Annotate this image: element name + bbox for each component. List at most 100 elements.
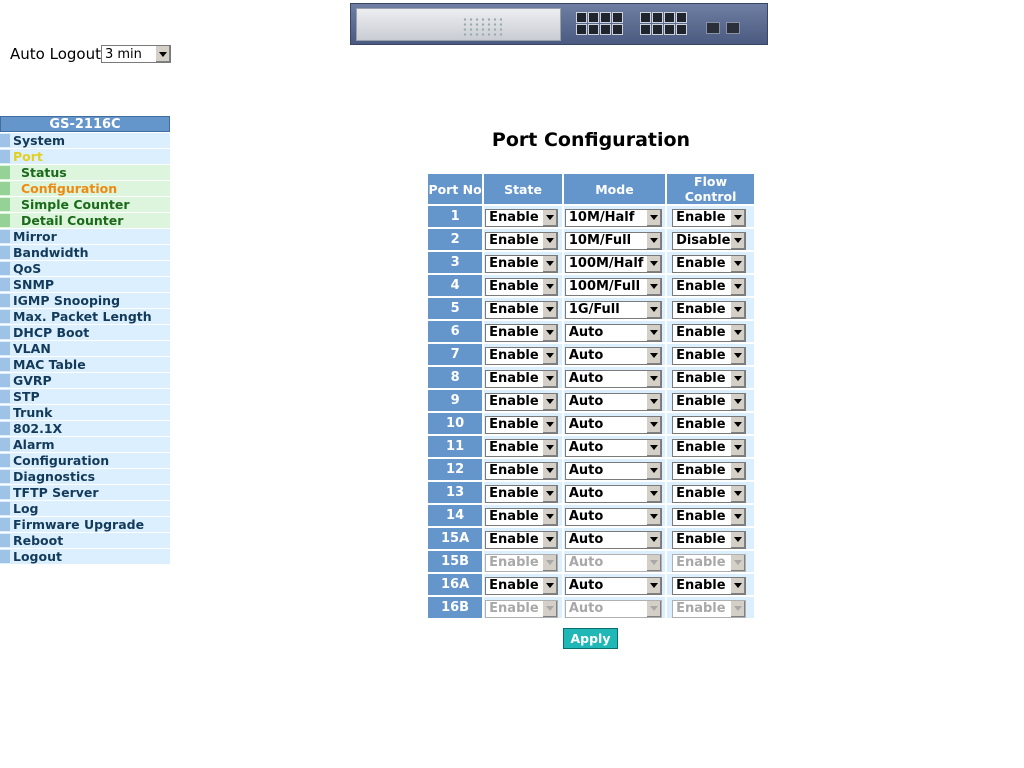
flow-control-select[interactable]: Enable [672,415,747,434]
mode-select[interactable]: Auto [564,484,662,503]
mode-select[interactable]: Auto [564,507,662,526]
mode-select[interactable]: 1G/Full [564,300,662,319]
port-number-cell: 1 [428,206,483,227]
sidebar-item-port[interactable]: Port [0,149,170,164]
state-select[interactable]: Enable [485,323,559,342]
sidebar-item-configuration[interactable]: Configuration [0,453,170,468]
sidebar-item-qos[interactable]: QoS [0,261,170,276]
sidebar-item-igmp-snooping[interactable]: IGMP Snooping [0,293,170,308]
state-select[interactable]: Enable [485,346,559,365]
mode-select[interactable]: 10M/Full [564,231,662,250]
sidebar-item-log[interactable]: Log [0,501,170,516]
sidebar-item-status[interactable]: Status [0,165,170,180]
sidebar-item-max-packet-length[interactable]: Max. Packet Length [0,309,170,324]
mode-select[interactable]: Auto [564,599,662,618]
flow-control-select[interactable]: Enable [672,300,747,319]
flow-control-select[interactable]: Enable [672,553,747,572]
flow-control-select[interactable]: Enable [672,254,747,273]
sidebar-item-tftp-server[interactable]: TFTP Server [0,485,170,500]
menu-bullet-icon [0,454,10,467]
menu-bullet-icon [0,278,10,291]
port-number-cell: 12 [428,459,483,480]
sidebar-item-gvrp[interactable]: GVRP [0,373,170,388]
state-select[interactable]: Enable [485,530,559,549]
flow-control-select[interactable]: Enable [672,369,747,388]
state-select-cell: Enable [484,229,562,250]
flow-control-select[interactable]: Enable [672,277,747,296]
sidebar-item-reboot[interactable]: Reboot [0,533,170,548]
sidebar-item-vlan[interactable]: VLAN [0,341,170,356]
state-select[interactable]: Enable [485,231,559,250]
sidebar-item-firmware-upgrade[interactable]: Firmware Upgrade [0,517,170,532]
sidebar-item-802-1x[interactable]: 802.1X [0,421,170,436]
sidebar-item-simple-counter[interactable]: Simple Counter [0,197,170,212]
flow-control-select[interactable]: Enable [672,507,747,526]
mode-select[interactable]: Auto [564,392,662,411]
mode-select[interactable]: Auto [564,415,662,434]
flow-control-select[interactable]: Enable [672,392,747,411]
flow-control-select[interactable]: Disable [672,231,747,250]
state-select[interactable]: Enable [485,369,559,388]
auto-logout-select[interactable]: 3 min [100,45,171,63]
menu-bullet-icon [0,166,10,179]
state-select[interactable]: Enable [485,415,559,434]
state-select-cell: Enable [484,574,562,595]
state-select[interactable]: Enable [485,254,559,273]
mode-select[interactable]: Auto [564,438,662,457]
mode-select[interactable]: 100M/Half [564,254,662,273]
sidebar-item-label: VLAN [13,341,51,356]
flow-control-select[interactable]: Enable [672,346,747,365]
mode-select[interactable]: Auto [564,553,662,572]
state-select[interactable]: Enable [485,576,559,595]
sidebar-item-trunk[interactable]: Trunk [0,405,170,420]
mode-select[interactable]: Auto [564,530,662,549]
state-select[interactable]: Enable [485,599,559,618]
menu-bullet-icon [0,342,10,355]
flow-control-select[interactable]: Enable [672,530,747,549]
state-select[interactable]: Enable [485,461,559,480]
flow-control-select[interactable]: Enable [672,599,747,618]
flow-control-select[interactable]: Enable [672,576,747,595]
state-select[interactable]: Enable [485,553,559,572]
mode-select[interactable]: Auto [564,323,662,342]
sidebar-item-mac-table[interactable]: MAC Table [0,357,170,372]
state-select[interactable]: Enable [485,300,559,319]
sidebar-item-bandwidth[interactable]: Bandwidth [0,245,170,260]
dropdown-arrow-icon [730,209,746,226]
mode-select[interactable]: Auto [564,346,662,365]
state-select-cell: Enable [484,482,562,503]
dropdown-arrow-icon [542,485,558,502]
sidebar-item-alarm[interactable]: Alarm [0,437,170,452]
mode-select[interactable]: 100M/Full [564,277,662,296]
sidebar-item-logout[interactable]: Logout [0,549,170,564]
flow-control-select[interactable]: Enable [672,484,747,503]
state-select-value: Enable [489,371,539,387]
sidebar-item-system[interactable]: System [0,133,170,148]
sidebar-item-stp[interactable]: STP [0,389,170,404]
state-select[interactable]: Enable [485,484,559,503]
sidebar-item-snmp[interactable]: SNMP [0,277,170,292]
dropdown-arrow-icon [645,347,661,364]
dropdown-arrow-icon [542,232,558,249]
mode-select-value: Auto [568,509,604,525]
state-select[interactable]: Enable [485,438,559,457]
state-select[interactable]: Enable [485,507,559,526]
flow-control-select[interactable]: Enable [672,208,747,227]
state-select[interactable]: Enable [485,277,559,296]
sidebar-item-dhcp-boot[interactable]: DHCP Boot [0,325,170,340]
flow-control-select[interactable]: Enable [672,323,747,342]
flow-control-select[interactable]: Enable [672,438,747,457]
state-select[interactable]: Enable [485,392,559,411]
mode-select[interactable]: Auto [564,576,662,595]
state-select[interactable]: Enable [485,208,559,227]
flow-control-select[interactable]: Enable [672,461,747,480]
sidebar-item-configuration[interactable]: Configuration [0,181,170,196]
mode-select[interactable]: Auto [564,369,662,388]
mode-select[interactable]: Auto [564,461,662,480]
mode-select[interactable]: 10M/Half [564,208,662,227]
sidebar-item-mirror[interactable]: Mirror [0,229,170,244]
apply-button[interactable]: Apply [563,628,618,649]
sidebar-item-detail-counter[interactable]: Detail Counter [0,213,170,228]
sidebar-item-diagnostics[interactable]: Diagnostics [0,469,170,484]
dropdown-arrow-icon [645,554,661,571]
